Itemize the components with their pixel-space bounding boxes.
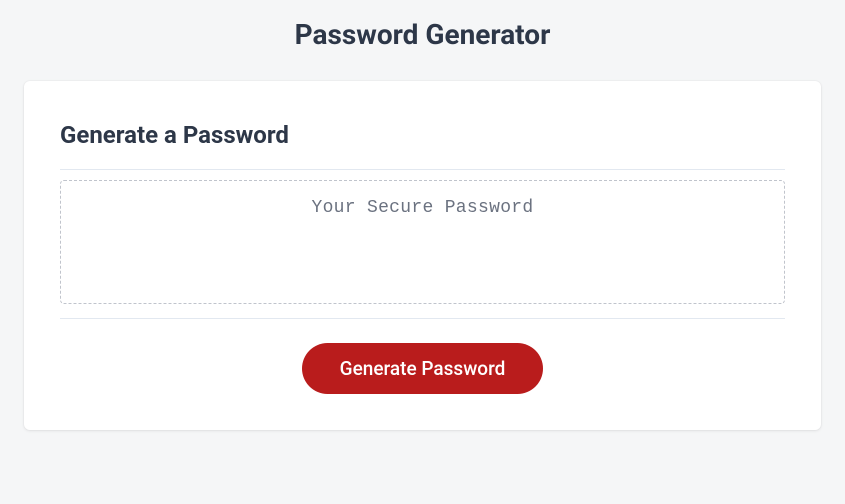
password-placeholder-text: Your Secure Password [311, 198, 533, 218]
card-heading: Generate a Password [60, 121, 785, 149]
password-result-section: Your Secure Password [60, 169, 785, 319]
generator-card: Generate a Password Your Secure Password… [24, 81, 821, 430]
password-output-box: Your Secure Password [60, 180, 785, 304]
button-row: Generate Password [60, 343, 785, 394]
page-title: Password Generator [0, 0, 845, 81]
generate-password-button[interactable]: Generate Password [302, 343, 544, 394]
